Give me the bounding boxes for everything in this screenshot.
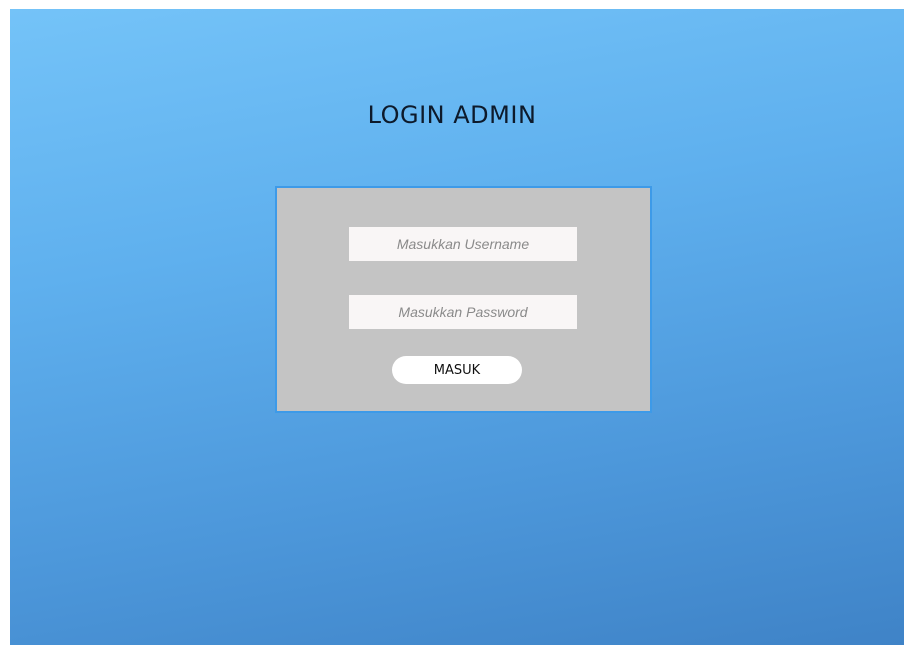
login-button[interactable]: MASUK [392, 356, 522, 384]
page-frame: LOGIN ADMIN MASUK [0, 0, 904, 645]
username-input[interactable] [349, 227, 577, 261]
password-input[interactable] [349, 295, 577, 329]
login-panel: MASUK [275, 186, 652, 413]
page-title: LOGIN ADMIN [367, 101, 537, 129]
